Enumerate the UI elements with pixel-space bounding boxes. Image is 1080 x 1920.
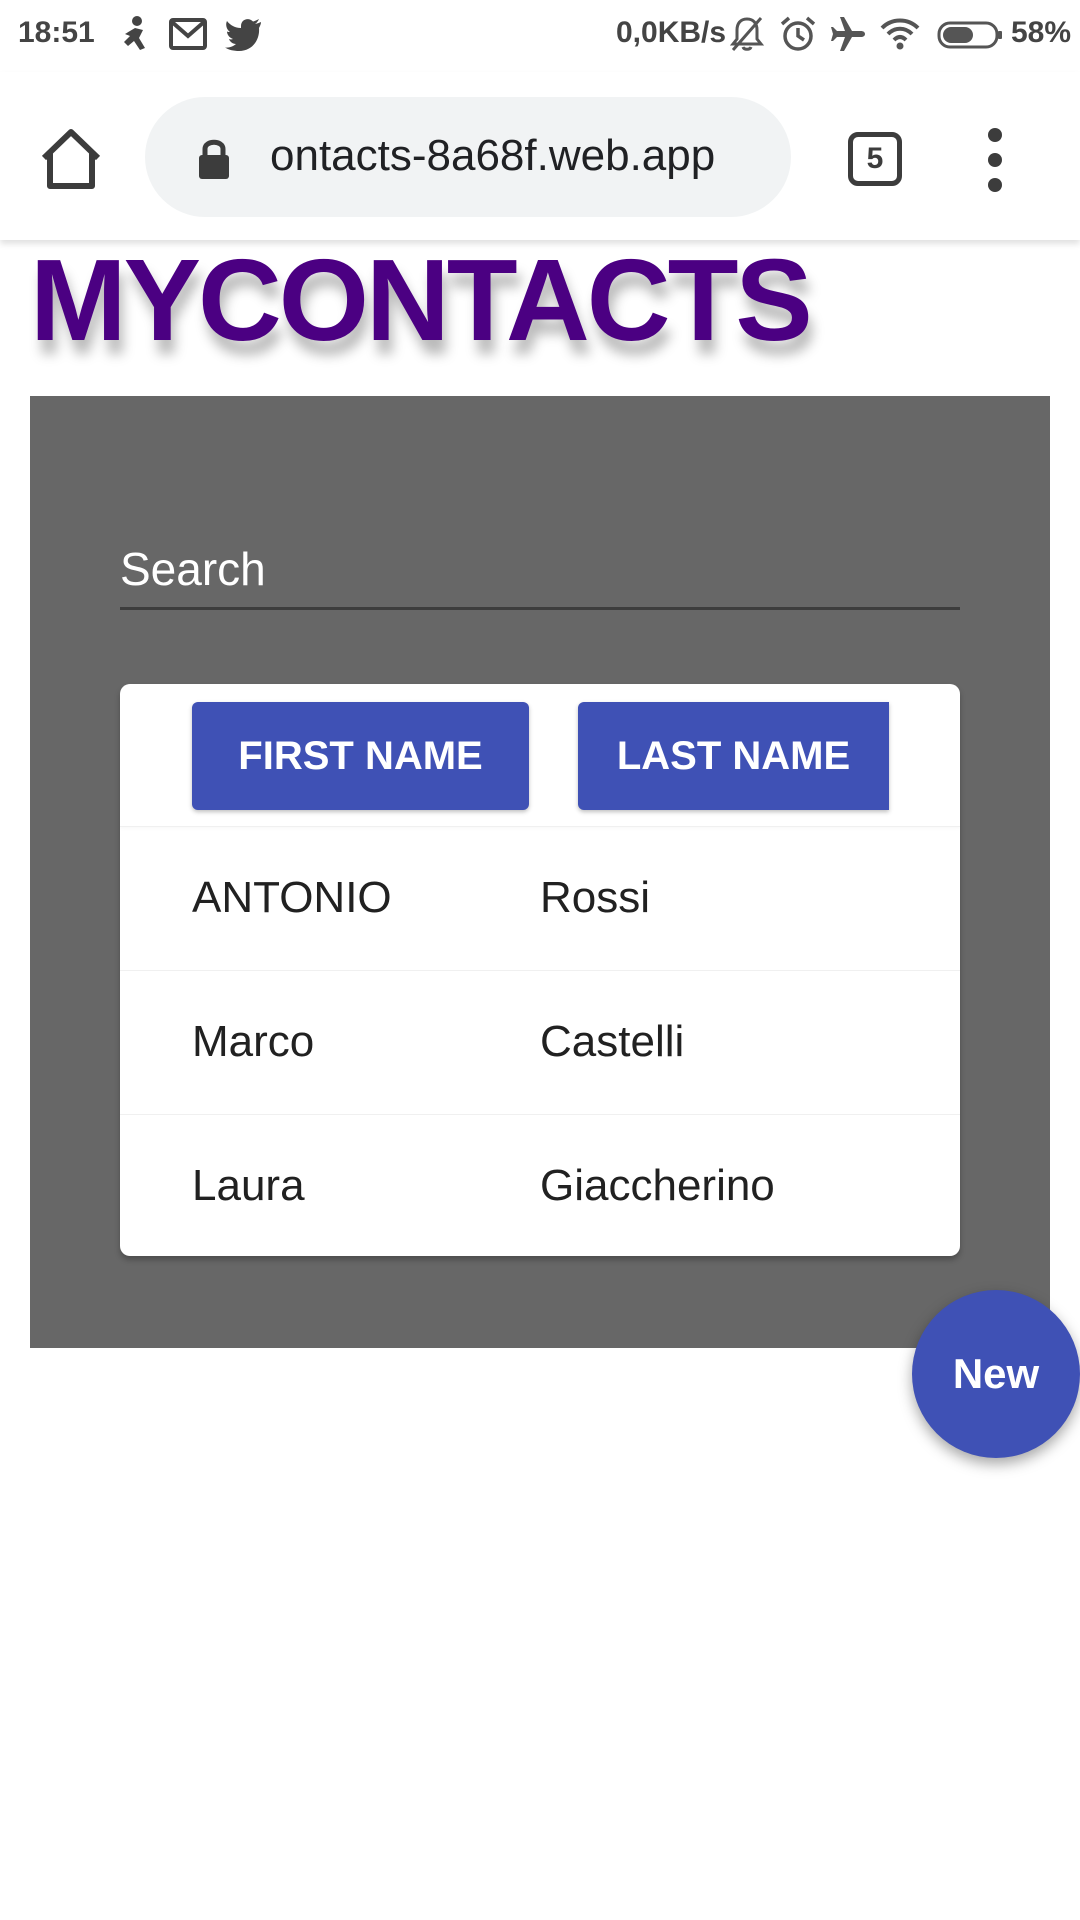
battery-percentage: 58% [1011,16,1072,49]
last-name-cell: Castelli [540,1017,685,1066]
address-bar[interactable]: ontacts-8a68f.web.app [145,97,791,217]
first-name-cell: Laura [192,1161,305,1210]
search-input[interactable] [120,530,960,610]
page-title: MYCONTACTS [30,235,813,365]
status-bar: 18:51 0,0KB/s 58% [0,0,1080,72]
airplane-icon [831,17,865,51]
menu-dot [988,178,1002,192]
last-name-cell: Giaccherino [540,1161,775,1210]
contacts-table: FIRST NAME LAST NAME ANTONIO Rossi Marco… [120,684,960,1256]
tabs-icon[interactable]: 5 [848,132,902,186]
sort-first-name-button[interactable]: FIRST NAME [192,702,529,810]
lock-icon [199,139,229,179]
silent-icon [729,17,765,51]
first-name-cell: Marco [192,1017,315,1066]
new-contact-button[interactable]: New [912,1290,1080,1458]
table-row[interactable]: Laura Giaccherino [120,1114,960,1256]
menu-dot [988,153,1002,167]
contacts-panel: FIRST NAME LAST NAME ANTONIO Rossi Marco… [30,396,1050,1348]
alarm-icon [780,16,816,51]
browser-toolbar: ontacts-8a68f.web.app 5 [0,72,1080,240]
url-text[interactable]: ontacts-8a68f.web.app [270,131,715,181]
sort-last-name-button[interactable]: LAST NAME [578,702,889,810]
battery-icon [937,21,1002,49]
gmail-icon [169,18,207,50]
menu-dot [988,128,1002,142]
more-vert-icon[interactable] [978,128,1014,192]
network-speed: 0,0KB/s [616,16,727,49]
table-row[interactable]: ANTONIO Rossi [120,826,960,970]
status-time: 18:51 [18,16,95,49]
twitter-icon [225,19,261,51]
wifi-icon [880,18,920,50]
accessibility-icon [124,16,145,50]
table-row[interactable]: Marco Castelli [120,970,960,1114]
table-header: FIRST NAME LAST NAME [120,684,960,826]
last-name-cell: Rossi [540,873,651,922]
home-icon[interactable] [36,124,106,194]
first-name-cell: ANTONIO [192,873,392,922]
